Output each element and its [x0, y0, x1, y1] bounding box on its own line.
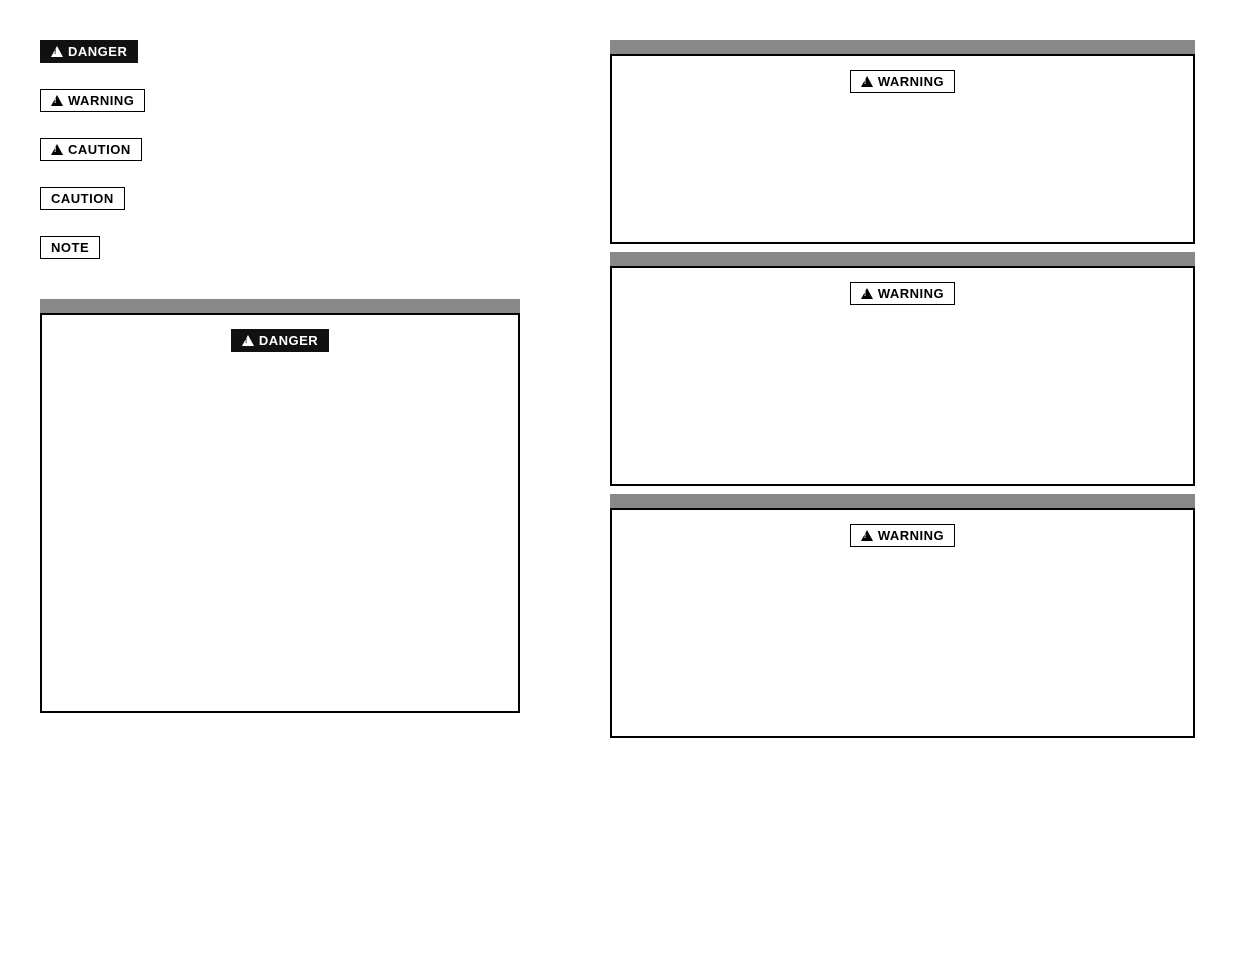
danger-badge: DANGER [40, 40, 138, 63]
warning-notice-header-2: WARNING [630, 282, 1175, 305]
right-section-bar-2 [610, 252, 1195, 266]
warning-notice-label-3: WARNING [878, 528, 944, 543]
warning-notice-triangle-icon-1 [861, 76, 873, 87]
note-badge: NOTE [40, 236, 100, 259]
legend-caution-plain: CAUTION [40, 187, 580, 210]
danger-notice-triangle-icon [242, 335, 254, 346]
warning-triangle-icon [51, 95, 63, 106]
right-section-2: WARNING [610, 252, 1195, 486]
legend-danger: DANGER [40, 40, 580, 63]
spacer-2 [610, 486, 1195, 494]
warning-label: WARNING [68, 93, 134, 108]
warning-notice-badge-3: WARNING [850, 524, 955, 547]
danger-notice-box: DANGER [40, 313, 520, 713]
warning-notice-triangle-icon-2 [861, 288, 873, 299]
warning-notice-header-3: WARNING [630, 524, 1175, 547]
note-label: NOTE [51, 240, 89, 255]
caution-filled-badge: CAUTION [40, 138, 142, 161]
legend-caution-filled: CAUTION [40, 138, 580, 161]
warning-notice-triangle-icon-3 [861, 530, 873, 541]
warning-notice-badge-1: WARNING [850, 70, 955, 93]
left-section-bar [40, 299, 520, 313]
danger-notice-label: DANGER [259, 333, 318, 348]
caution-filled-label: CAUTION [68, 142, 131, 157]
warning-notice-box-1: WARNING [610, 54, 1195, 244]
right-section-bar-1 [610, 40, 1195, 54]
right-section-3: WARNING [610, 494, 1195, 738]
legend-note: NOTE [40, 236, 580, 259]
danger-notice-header: DANGER [60, 329, 500, 352]
warning-notice-box-3: WARNING [610, 508, 1195, 738]
danger-triangle-icon [51, 46, 63, 57]
caution-plain-label: CAUTION [51, 191, 114, 206]
warning-notice-label-1: WARNING [878, 74, 944, 89]
warning-notice-header-1: WARNING [630, 70, 1175, 93]
right-section-bar-3 [610, 494, 1195, 508]
danger-label: DANGER [68, 44, 127, 59]
caution-plain-badge: CAUTION [40, 187, 125, 210]
right-section-1: WARNING [610, 40, 1195, 244]
right-column: WARNING WARNING [610, 40, 1195, 914]
warning-notice-box-2: WARNING [610, 266, 1195, 486]
danger-notice-badge: DANGER [231, 329, 329, 352]
page: DANGER WARNING CAUTION CAUTION [0, 0, 1235, 954]
left-column: DANGER WARNING CAUTION CAUTION [40, 40, 580, 914]
warning-notice-label-2: WARNING [878, 286, 944, 301]
spacer-1 [610, 244, 1195, 252]
legend-warning: WARNING [40, 89, 580, 112]
caution-filled-triangle-icon [51, 144, 63, 155]
warning-badge: WARNING [40, 89, 145, 112]
warning-notice-badge-2: WARNING [850, 282, 955, 305]
